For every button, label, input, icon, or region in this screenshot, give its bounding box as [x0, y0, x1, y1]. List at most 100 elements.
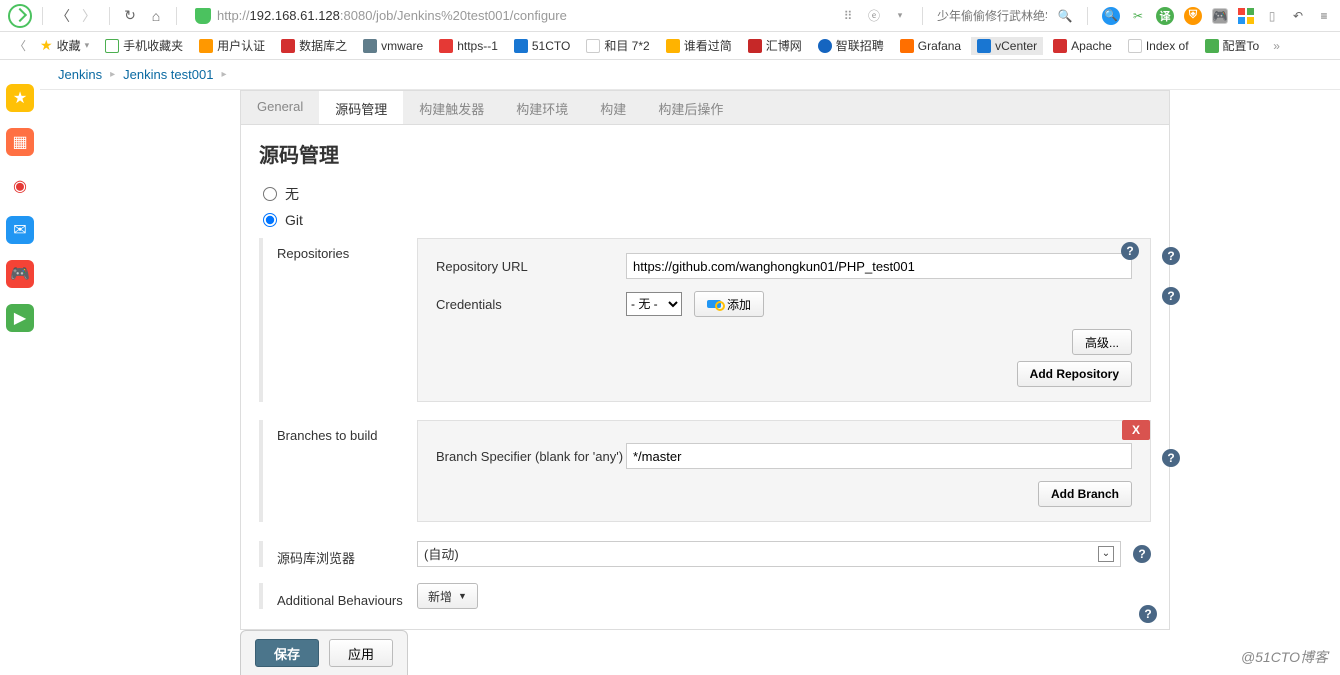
key-icon: [707, 300, 721, 308]
help-icon[interactable]: ?: [1162, 247, 1180, 265]
shield-ext-icon[interactable]: ⛨: [1184, 7, 1202, 25]
help-icon[interactable]: ?: [1162, 287, 1180, 305]
radio-none[interactable]: [263, 187, 277, 201]
watermark: @51CTO博客: [1241, 647, 1328, 667]
rail-game-icon[interactable]: 🎮: [6, 260, 34, 288]
bookmark-item[interactable]: vmware: [357, 37, 429, 55]
bookmark-item[interactable]: Index of: [1122, 37, 1195, 55]
bm-left-chevron-icon[interactable]: 〈: [10, 37, 30, 54]
scissors-icon[interactable]: ✂: [1130, 8, 1146, 24]
rail-weibo-icon[interactable]: ◉: [6, 172, 34, 200]
rail-news-icon[interactable]: ▦: [6, 128, 34, 156]
add-behaviour-button[interactable]: 新增▼: [417, 583, 478, 609]
vcenter-icon: [977, 39, 991, 53]
add-branch-button[interactable]: Add Branch: [1038, 481, 1132, 507]
page-icon: [1128, 39, 1142, 53]
bookmark-item[interactable]: 手机收藏夹: [99, 35, 189, 56]
apps-grid-icon[interactable]: [1238, 8, 1254, 24]
forward-icon[interactable]: 〉: [79, 6, 99, 26]
game-icon[interactable]: 🎮: [1212, 8, 1228, 24]
bookmark-item[interactable]: 和目 7*2: [580, 35, 655, 56]
caret-down-icon: ▼: [458, 591, 467, 601]
mobile-icon: [105, 39, 119, 53]
help-icon[interactable]: ?: [1121, 242, 1139, 260]
ext-search-icon[interactable]: 🔍: [1102, 7, 1120, 25]
breadcrumb-root[interactable]: Jenkins: [58, 67, 102, 82]
qr-icon[interactable]: ⠿: [840, 8, 856, 24]
config-icon: [1205, 39, 1219, 53]
chevron-right-icon: ▸: [221, 69, 226, 80]
credentials-label: Credentials: [436, 297, 626, 312]
help-icon[interactable]: ?: [1162, 449, 1180, 467]
grafana-icon: [900, 39, 914, 53]
star-icon: ★: [40, 37, 53, 54]
tab-postbuild[interactable]: 构建后操作: [642, 91, 739, 124]
tab-env[interactable]: 构建环境: [500, 91, 584, 124]
db-icon: [281, 39, 295, 53]
delete-branch-button[interactable]: X: [1122, 420, 1150, 440]
search-icon[interactable]: 🔍: [1057, 8, 1073, 24]
bookmark-item[interactable]: Apache: [1047, 37, 1118, 55]
tab-general[interactable]: General: [241, 91, 319, 124]
repo-browser-label: 源码库浏览器: [277, 540, 417, 567]
section-title: 源码管理: [259, 139, 1151, 168]
jenkins-config: General 源码管理 构建触发器 构建环境 构建 构建后操作 源码管理 无 …: [240, 90, 1170, 675]
tab-triggers[interactable]: 构建触发器: [403, 91, 500, 124]
tab-scm[interactable]: 源码管理: [319, 90, 403, 124]
menu-icon[interactable]: ≡: [1316, 8, 1332, 24]
search-input[interactable]: [937, 9, 1047, 23]
bookmark-item-vcenter[interactable]: vCenter: [971, 37, 1043, 55]
rail-mail-icon[interactable]: ✉: [6, 216, 34, 244]
help-icon[interactable]: ?: [1133, 545, 1151, 563]
apply-button[interactable]: 应用: [329, 639, 393, 667]
chevron-right-icon: ▸: [110, 69, 115, 80]
add-credentials-button[interactable]: 添加: [694, 291, 764, 317]
save-bar: 保存 应用: [240, 630, 408, 675]
home-icon[interactable]: ⌂: [146, 6, 166, 26]
reload-icon[interactable]: ↻: [120, 6, 140, 26]
repositories-block: Repositories Repository URL Credentials …: [259, 238, 1151, 402]
bookmark-item[interactable]: 用户认证: [193, 35, 271, 56]
e-icon[interactable]: ⓔ: [866, 8, 882, 24]
chevron-down-icon[interactable]: ▾: [892, 8, 908, 24]
favorites-folder[interactable]: ★收藏▾: [34, 35, 95, 56]
rail-video-icon[interactable]: ▶: [6, 304, 34, 332]
huawei-icon: [439, 39, 453, 53]
tab-build[interactable]: 构建: [584, 91, 642, 124]
bookmark-item[interactable]: 配置To: [1199, 35, 1266, 56]
credentials-select[interactable]: - 无 -: [626, 292, 682, 316]
radio-git[interactable]: [263, 213, 277, 227]
bookmark-item[interactable]: 数据库之: [275, 35, 353, 56]
scm-none-radio[interactable]: 无: [263, 184, 1151, 204]
undo-icon[interactable]: ↶: [1290, 8, 1306, 24]
bookmark-item[interactable]: 51CTO: [508, 37, 576, 55]
breadcrumb: Jenkins ▸ Jenkins test001 ▸: [40, 60, 1340, 90]
help-icon[interactable]: ?: [1139, 605, 1157, 623]
back-icon[interactable]: 〈: [53, 6, 73, 26]
left-rail: ★ ▦ ◉ ✉ 🎮 ▶: [0, 60, 40, 332]
advanced-button[interactable]: 高级...: [1072, 329, 1132, 355]
address-bar[interactable]: http://192.168.61.128:8080/job/Jenkins%2…: [187, 8, 834, 24]
branches-block: Branches to build X Branch Specifier (bl…: [259, 420, 1151, 522]
tablet-icon[interactable]: ▯: [1264, 8, 1280, 24]
config-tabs: General 源码管理 构建触发器 构建环境 构建 构建后操作: [240, 90, 1170, 124]
bookmark-item[interactable]: 汇博网: [742, 35, 808, 56]
bookmark-item[interactable]: https--1: [433, 37, 504, 55]
bm-more-icon[interactable]: »: [1269, 39, 1284, 53]
add-repository-button[interactable]: Add Repository: [1017, 361, 1132, 387]
translate-icon[interactable]: 译: [1156, 7, 1174, 25]
repo-browser-select[interactable]: (自动) ⌄: [417, 541, 1121, 567]
repo-url-input[interactable]: [626, 253, 1132, 279]
bookmark-item[interactable]: 谁看过简: [660, 35, 738, 56]
branch-spec-input[interactable]: [626, 443, 1132, 469]
browser-logo-icon: [8, 4, 32, 28]
save-button[interactable]: 保存: [255, 639, 319, 667]
bookmark-item[interactable]: 智联招聘: [812, 35, 890, 56]
browser-toolbar: 〈 〉 ↻ ⌂ http://192.168.61.128:8080/job/J…: [0, 0, 1340, 32]
scm-git-radio[interactable]: Git: [263, 212, 1151, 228]
vmware-icon: [363, 39, 377, 53]
breadcrumb-job[interactable]: Jenkins test001: [123, 67, 213, 82]
shield-icon: [195, 8, 211, 24]
bookmark-item[interactable]: Grafana: [894, 37, 967, 55]
rail-star-icon[interactable]: ★: [6, 84, 34, 112]
